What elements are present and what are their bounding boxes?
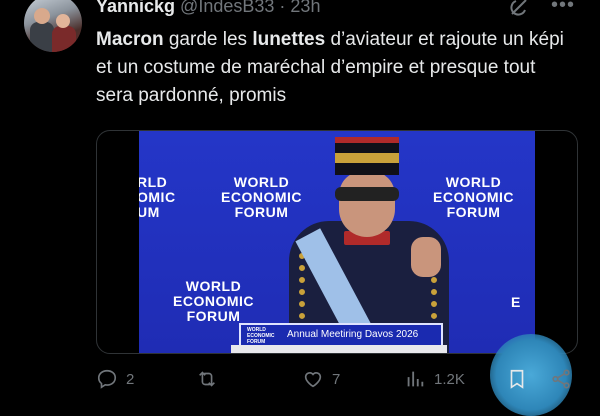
avatar[interactable] [24, 0, 82, 52]
wef-logo: WORLD ECONOMIC FORUM [433, 175, 514, 220]
tweet-text-segment: garde les [163, 29, 253, 50]
more-icon[interactable]: ••• [551, 0, 575, 17]
timestamp[interactable]: 23h [290, 0, 320, 16]
reply-icon [97, 369, 117, 389]
like-count: 7 [332, 370, 341, 388]
wef-logo-partial-left: RLD OMIC UM [139, 175, 176, 220]
speaker-face [339, 171, 395, 237]
bookmark-icon [510, 369, 524, 389]
action-bar: 2 7 1.2K [0, 360, 600, 400]
speaker-hand [411, 237, 441, 277]
wef-logo-line: ECONOMIC [173, 293, 254, 309]
avatar-figure [52, 26, 76, 52]
tweet-text-segment: lunettes [252, 29, 326, 50]
lectern-logo: WORLD ECONOMIC FORUM [247, 327, 275, 345]
avatar-figure [30, 22, 54, 52]
wef-logo: WORLD ECONOMIC FORUM [173, 279, 254, 324]
wef-logo-line: WORLD [233, 174, 290, 190]
views-icon [407, 371, 424, 387]
reply-count: 2 [126, 370, 135, 388]
wef-logo-line: ECONOMIC [433, 189, 514, 205]
aviator-sunglasses [335, 187, 399, 201]
tweet-header: Yannickg @IndesB33 · 23h [96, 0, 320, 17]
lectern-base [231, 345, 447, 353]
share-button[interactable] [550, 368, 572, 390]
wef-logo-line: WORLD [185, 278, 242, 294]
views-count: 1.2K [434, 370, 465, 388]
avatar-figure-head [56, 14, 70, 28]
kepi-band [335, 153, 399, 163]
views-button[interactable]: 1.2K [404, 368, 465, 390]
retweet-icon [199, 371, 215, 387]
wef-logo-line: OMIC [139, 189, 176, 205]
tweet-text: Macron garde les lunettes d’aviateur et … [96, 26, 576, 110]
separator: · [279, 0, 286, 16]
wef-logo-line: WORLD [445, 174, 502, 190]
retweet-button[interactable] [196, 368, 226, 390]
wef-logo-line: ECONOMIC [221, 189, 302, 205]
wef-logo-line: FORUM [446, 204, 501, 220]
author-handle[interactable]: @IndesB33 [180, 0, 274, 16]
wef-logo-line: RLD [139, 174, 168, 190]
grok-icon[interactable] [508, 0, 530, 16]
author-name[interactable]: Yannickg [96, 0, 175, 16]
kepi-top [335, 137, 399, 143]
wef-logo-line: FORUM [186, 308, 241, 324]
lectern-caption: Annual Meetiring Davos 2026 [287, 329, 419, 340]
tweet-text-segment: Macron [96, 29, 164, 50]
avatar-figure-head [34, 8, 50, 24]
share-icon [552, 369, 570, 389]
wef-logo: WORLD ECONOMIC FORUM [221, 175, 302, 220]
wef-logo-partial-right: E [511, 294, 521, 310]
media-image: RLD OMIC UM WORLD ECONOMIC FORUM WORLD E… [139, 131, 535, 353]
reply-button[interactable]: 2 [96, 368, 134, 390]
like-button[interactable]: 7 [302, 368, 340, 390]
wef-logo-line: FORUM [234, 204, 289, 220]
wef-logo-line: UM [139, 204, 160, 220]
bookmark-button[interactable] [506, 368, 528, 390]
tweet-media[interactable]: RLD OMIC UM WORLD ECONOMIC FORUM WORLD E… [96, 130, 578, 354]
like-icon [304, 372, 322, 388]
